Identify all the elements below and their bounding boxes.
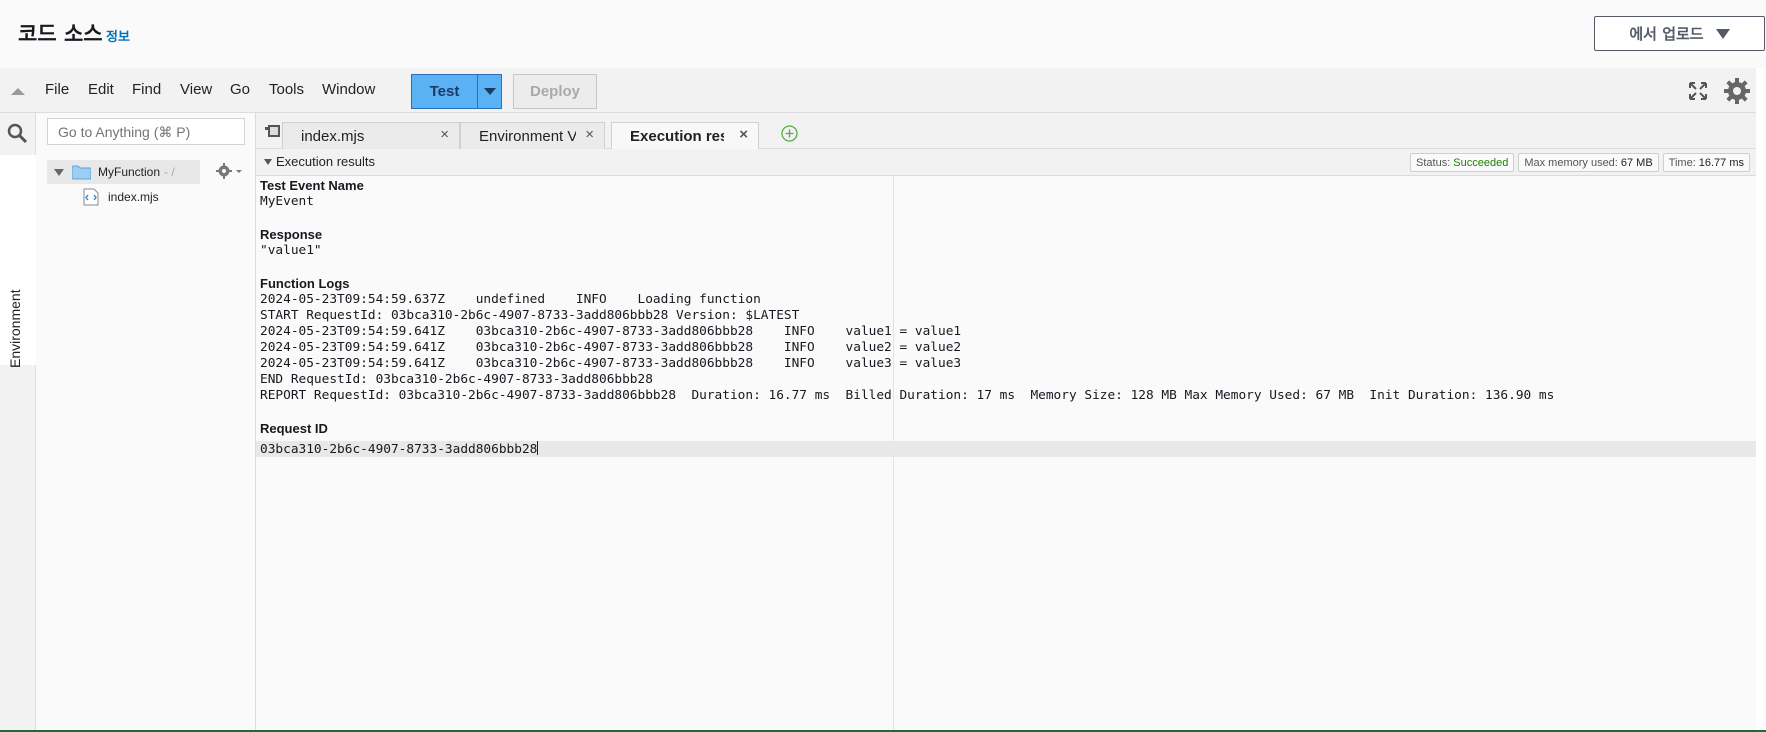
go-to-anything-input[interactable]	[47, 118, 245, 145]
response-value: "value1"	[260, 243, 322, 258]
expand-caret-icon[interactable]	[54, 168, 64, 176]
close-icon[interactable]: ×	[739, 126, 748, 143]
results-header: Execution results Status: Succeeded Max …	[256, 149, 1756, 176]
log-line: 2024-05-23T09:54:59.637Z undefined INFO …	[260, 292, 761, 307]
upload-from-label: 에서 업로드	[1629, 25, 1704, 43]
file-row-index-mjs[interactable]: index.mjs	[83, 186, 159, 208]
log-line: 2024-05-23T09:54:59.641Z 03bca310-2b6c-4…	[260, 324, 962, 339]
tab-index-mjs[interactable]: index.mjs ×	[282, 122, 460, 149]
caret-down-icon	[483, 88, 496, 95]
menu-view[interactable]: View	[180, 81, 212, 98]
tab-execution-results[interactable]: Execution results ×	[611, 122, 759, 149]
menu-tools[interactable]: Tools	[269, 81, 304, 98]
results-body[interactable]: Test Event Name MyEvent Response "value1…	[256, 176, 1756, 732]
results-title: Execution results	[276, 154, 375, 169]
tab-label: Environment Var	[479, 127, 576, 145]
collapse-up-icon[interactable]	[11, 88, 25, 95]
file-name: index.mjs	[108, 190, 159, 204]
time-value: 16.77 ms	[1698, 156, 1744, 169]
page-title: 코드 소스	[18, 22, 103, 46]
fullscreen-icon[interactable]	[1688, 81, 1708, 101]
log-line: REPORT RequestId: 03bca310-2b6c-4907-873…	[260, 388, 1555, 403]
response-heading: Response	[260, 227, 323, 242]
menu-edit[interactable]: Edit	[88, 81, 114, 98]
menu-window[interactable]: Window	[322, 81, 375, 98]
tab-label: Execution results	[630, 127, 724, 145]
memory-badge: Max memory used: 67 MB	[1518, 153, 1659, 172]
text-cursor	[537, 441, 539, 455]
add-tab-icon[interactable]	[781, 125, 798, 142]
request-id-line: 03bca310-2b6c-4907-8733-3add806bbb28	[260, 441, 539, 457]
status-badge: Status: Succeeded	[1410, 153, 1515, 172]
status-badges: Status: Succeeded Max memory used: 67 MB…	[1410, 153, 1750, 172]
time-badge: Time: 16.77 ms	[1662, 153, 1750, 172]
js-file-icon	[83, 188, 99, 206]
close-icon[interactable]: ×	[440, 126, 449, 143]
editor-tab-bar: index.mjs × Environment Var × Execution …	[256, 113, 1756, 149]
log-line: END RequestId: 03bca310-2b6c-4907-8733-3…	[260, 372, 653, 387]
log-line: 2024-05-23T09:54:59.641Z 03bca310-2b6c-4…	[260, 340, 962, 355]
caret-down-icon	[1715, 28, 1730, 39]
test-button-group: Test	[411, 74, 502, 109]
test-button[interactable]: Test	[412, 75, 478, 108]
request-id-heading: Request ID	[260, 421, 328, 436]
tab-environment-variables[interactable]: Environment Var ×	[460, 122, 605, 149]
ide-menubar: File Edit Find View Go Tools Window Test…	[0, 68, 1756, 113]
status-value: Succeeded	[1453, 156, 1509, 169]
side-tab-strip: Environment	[0, 113, 36, 732]
environment-tab[interactable]: Environment	[0, 155, 36, 368]
close-icon[interactable]: ×	[585, 126, 594, 143]
deploy-button[interactable]: Deploy	[513, 74, 597, 109]
log-line: 2024-05-23T09:54:59.641Z 03bca310-2b6c-4…	[260, 356, 962, 371]
gear-icon[interactable]	[1723, 77, 1751, 105]
file-tree-panel: MyFunction - / index.mjs	[36, 113, 256, 732]
test-event-value: MyEvent	[260, 194, 314, 209]
menu-find[interactable]: Find	[132, 81, 161, 98]
test-event-heading: Test Event Name	[260, 178, 364, 193]
search-icon[interactable]	[6, 122, 28, 144]
environment-tab-label: Environment	[7, 289, 23, 368]
folder-name: MyFunction	[98, 165, 161, 179]
log-line: START RequestId: 03bca310-2b6c-4907-8733…	[260, 308, 800, 323]
folder-icon	[72, 165, 91, 179]
time-label: Time:	[1668, 156, 1696, 169]
info-link[interactable]: 정보	[106, 26, 130, 45]
function-logs-heading: Function Logs	[260, 276, 350, 291]
folder-row[interactable]: MyFunction - /	[47, 160, 200, 184]
request-id-value: 03bca310-2b6c-4907-8733-3add806bbb28	[260, 442, 538, 457]
tab-list-icon[interactable]	[265, 124, 281, 138]
memory-value: 67 MB	[1620, 156, 1653, 169]
collapse-caret-icon[interactable]	[264, 159, 272, 165]
tree-settings-gear-icon[interactable]	[214, 162, 244, 180]
folder-path: - /	[164, 165, 175, 179]
tab-label: index.mjs	[301, 127, 365, 145]
memory-label: Max memory used:	[1524, 156, 1618, 169]
upload-from-button[interactable]: 에서 업로드	[1594, 16, 1765, 51]
page-header: 코드 소스 정보 에서 업로드	[0, 0, 1766, 68]
status-label: Status:	[1416, 156, 1451, 169]
menu-go[interactable]: Go	[230, 81, 250, 98]
test-dropdown-button[interactable]	[478, 75, 501, 108]
menu-file[interactable]: File	[45, 81, 69, 98]
